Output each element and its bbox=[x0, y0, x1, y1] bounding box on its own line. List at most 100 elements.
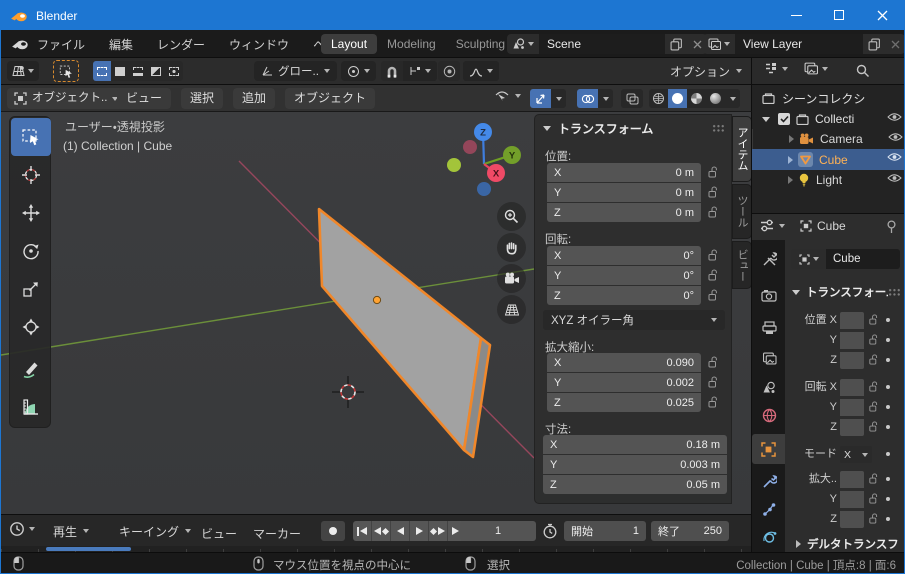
location-x-field[interactable]: X0 m bbox=[547, 163, 701, 182]
workspace-tab-modeling[interactable]: Modeling bbox=[377, 34, 446, 54]
gizmo-dropdown[interactable] bbox=[551, 89, 566, 108]
scale-x-field[interactable]: X0.090 bbox=[547, 353, 701, 372]
minimize-button[interactable] bbox=[776, 1, 818, 30]
navigation-gizmo[interactable]: Z Y X bbox=[433, 116, 529, 212]
shading-rendered-button[interactable] bbox=[706, 89, 725, 108]
panel-collapse-icon[interactable] bbox=[543, 126, 551, 131]
viewport-menu-object[interactable]: オブジェクト bbox=[285, 88, 375, 109]
lock-icon[interactable] bbox=[707, 289, 719, 301]
lock-icon[interactable] bbox=[868, 381, 879, 392]
shading-material-button[interactable] bbox=[687, 89, 706, 108]
viewport-3d[interactable]: ユーザー・透視投影 (1) Collection | Cube Z Y bbox=[1, 112, 752, 514]
visibility-dropdown[interactable] bbox=[495, 90, 521, 101]
prev-keyframe-button[interactable] bbox=[372, 521, 391, 541]
select-mode-intersect[interactable] bbox=[165, 61, 183, 81]
outliner-row-cube[interactable]: Cube bbox=[752, 149, 904, 170]
viewlayer-name-field[interactable]: View Layer bbox=[735, 34, 863, 54]
play-reverse-button[interactable] bbox=[391, 521, 410, 541]
scene-name-field[interactable]: Scene bbox=[539, 34, 665, 54]
outliner-row-collection[interactable]: Collecti bbox=[752, 109, 904, 129]
animate-dot[interactable] bbox=[886, 385, 890, 389]
tool-move[interactable] bbox=[11, 194, 51, 232]
location-y-field[interactable]: Y0 m bbox=[547, 183, 701, 202]
lock-icon[interactable] bbox=[868, 334, 879, 345]
workspace-tab-layout[interactable]: Layout bbox=[321, 34, 377, 54]
hide-eye-icon[interactable] bbox=[887, 152, 902, 162]
lock-icon[interactable] bbox=[868, 314, 879, 325]
select-mode-subtract[interactable] bbox=[129, 61, 147, 81]
scale-x-value[interactable] bbox=[840, 471, 864, 488]
animate-dot[interactable] bbox=[886, 497, 890, 501]
rotation-x-field[interactable]: X0° bbox=[547, 246, 701, 265]
lock-icon[interactable] bbox=[707, 356, 719, 368]
shading-solid-button[interactable] bbox=[668, 89, 687, 108]
scale-z-field[interactable]: Z0.025 bbox=[547, 393, 701, 412]
lock-icon[interactable] bbox=[868, 493, 879, 504]
timeline-menu-view[interactable]: ビュー bbox=[201, 525, 237, 542]
tab-render[interactable] bbox=[758, 284, 780, 306]
mode-dropdown[interactable]: オブジェクト.. bbox=[7, 88, 125, 109]
scene-type-dropdown[interactable] bbox=[507, 34, 539, 54]
location-z-field[interactable]: Z0 m bbox=[547, 203, 701, 222]
tool-rotate[interactable] bbox=[11, 232, 51, 270]
frame-end-field[interactable]: 終了250 bbox=[651, 521, 729, 541]
rot-y-value[interactable] bbox=[840, 399, 864, 416]
pin-icon[interactable] bbox=[886, 220, 897, 234]
timeline-menu-marker[interactable]: マーカー bbox=[253, 525, 301, 542]
tool-measure[interactable] bbox=[11, 388, 51, 426]
camera-view-button[interactable] bbox=[497, 264, 526, 293]
lock-icon[interactable] bbox=[707, 376, 719, 388]
scene-new-button[interactable] bbox=[665, 34, 688, 54]
shading-dropdown[interactable] bbox=[725, 89, 740, 108]
timeline-editor-dropdown[interactable] bbox=[9, 521, 35, 537]
rot-z-value[interactable] bbox=[840, 419, 864, 436]
overlays-toggle-button[interactable] bbox=[577, 89, 598, 108]
scene-collection-label[interactable]: シーンコレクシ bbox=[782, 90, 865, 107]
jump-to-start-button[interactable] bbox=[353, 521, 372, 541]
lock-icon[interactable] bbox=[868, 421, 879, 432]
gizmo-toggle-button[interactable] bbox=[530, 89, 551, 108]
outliner-search-icon[interactable] bbox=[856, 64, 870, 78]
snap-settings-dropdown[interactable] bbox=[403, 61, 437, 81]
loc-y-value[interactable] bbox=[840, 332, 864, 349]
hide-eye-icon[interactable] bbox=[887, 173, 902, 183]
animate-dot[interactable] bbox=[886, 517, 890, 521]
menu-file[interactable]: ファイル bbox=[37, 36, 85, 53]
workspace-tab-sculpting[interactable]: Sculpting bbox=[446, 34, 515, 54]
sidebar-tab-view[interactable]: ビュー bbox=[732, 241, 752, 289]
frame-start-field[interactable]: 開始1 bbox=[564, 521, 646, 541]
viewport-menu-add[interactable]: 追加 bbox=[233, 88, 275, 109]
pivot-dropdown[interactable] bbox=[341, 61, 376, 81]
playhead-marker[interactable] bbox=[46, 547, 131, 551]
viewlayer-remove-button[interactable] bbox=[886, 34, 905, 54]
scale-z-value[interactable] bbox=[840, 511, 864, 528]
tool-select-box[interactable] bbox=[11, 118, 51, 156]
use-preview-range-icon[interactable] bbox=[542, 523, 558, 539]
loc-z-value[interactable] bbox=[840, 352, 864, 369]
zoom-view-button[interactable] bbox=[497, 202, 526, 231]
options-dropdown[interactable]: オプション bbox=[664, 61, 748, 81]
animate-dot[interactable] bbox=[886, 452, 890, 456]
lock-icon[interactable] bbox=[868, 354, 879, 365]
close-button[interactable] bbox=[860, 1, 904, 30]
menu-edit[interactable]: 編集 bbox=[109, 36, 133, 53]
overlays-dropdown[interactable] bbox=[598, 89, 613, 108]
tool-cursor[interactable] bbox=[11, 156, 51, 194]
pan-view-button[interactable] bbox=[497, 233, 526, 262]
viewport-menu-view[interactable]: ビュー bbox=[117, 88, 171, 109]
dimensions-z-field[interactable]: Z0.05 m bbox=[543, 475, 727, 494]
sidebar-tab-item[interactable]: アイテム bbox=[732, 116, 752, 182]
lock-icon[interactable] bbox=[868, 401, 879, 412]
outliner-editor-dropdown[interactable] bbox=[764, 62, 788, 75]
blender-menu-logo-icon[interactable] bbox=[11, 37, 29, 51]
select-mode-invert[interactable] bbox=[147, 61, 165, 81]
lock-icon[interactable] bbox=[707, 166, 719, 178]
viewlayer-type-dropdown[interactable] bbox=[703, 34, 735, 54]
panel-drag-handle[interactable] bbox=[888, 288, 901, 297]
sidebar-tab-tool[interactable]: ツール bbox=[732, 184, 752, 239]
scale-y-value[interactable] bbox=[840, 491, 864, 508]
lock-icon[interactable] bbox=[868, 473, 879, 484]
xray-toggle-button[interactable] bbox=[621, 89, 643, 108]
animate-dot[interactable] bbox=[886, 338, 890, 342]
perspective-toggle-button[interactable] bbox=[497, 295, 526, 324]
